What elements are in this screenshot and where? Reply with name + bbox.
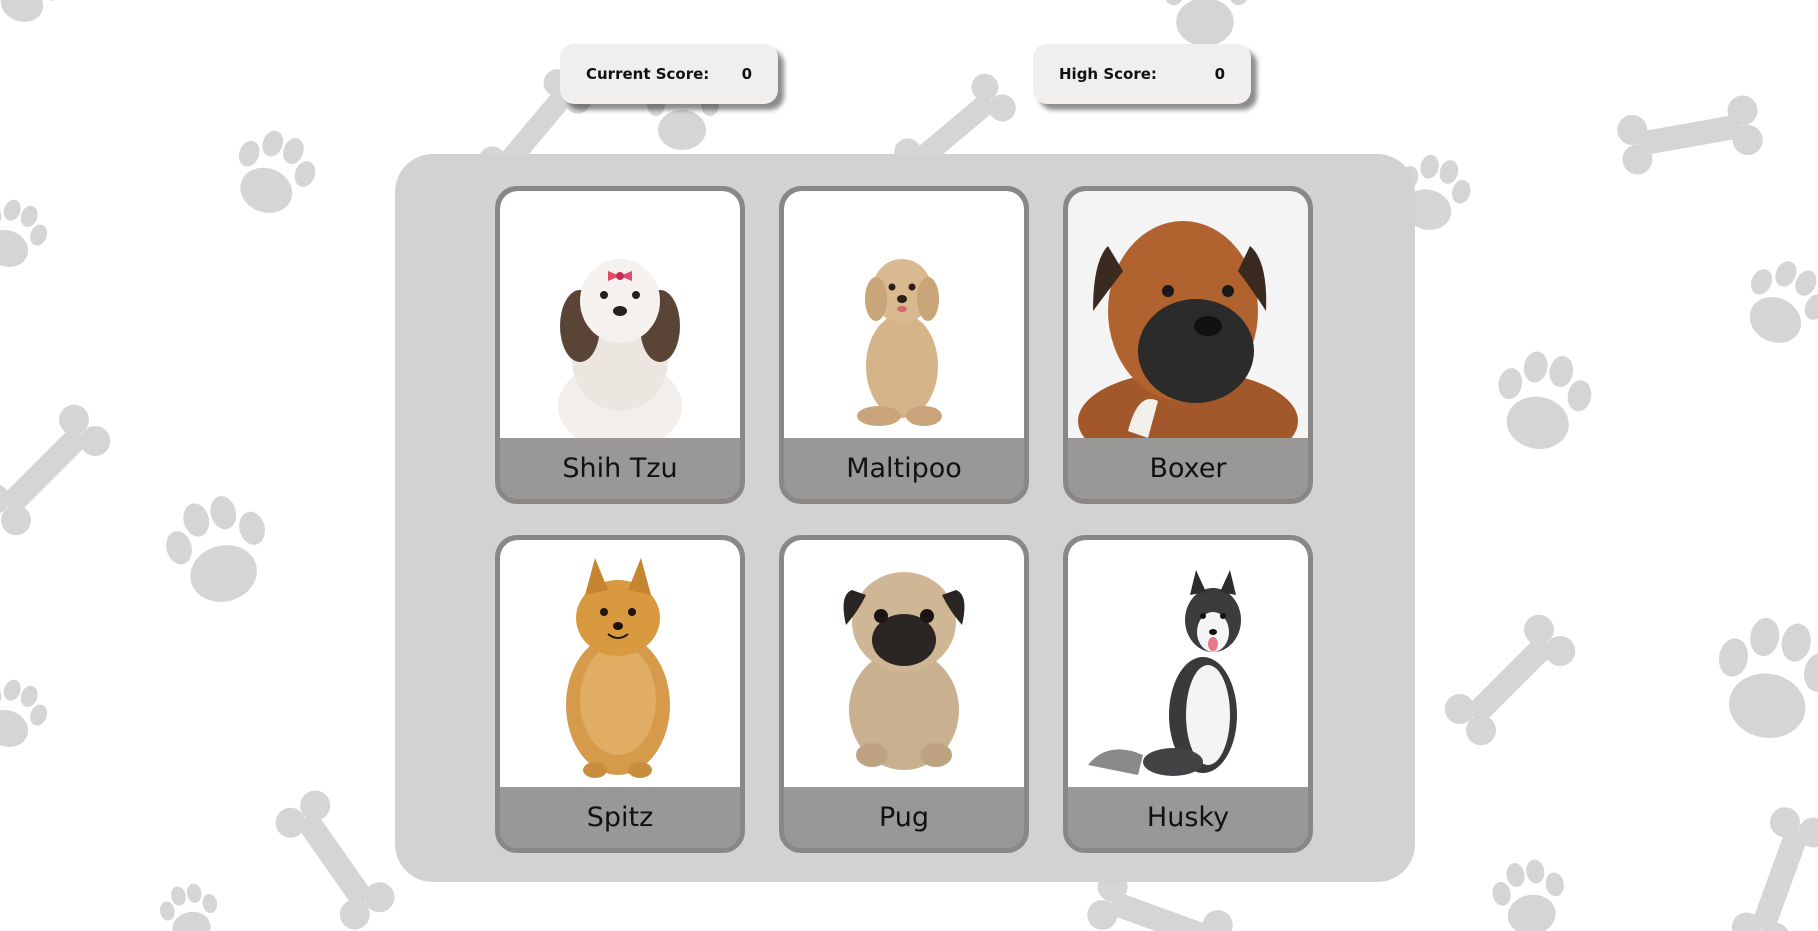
maltipoo-photo (784, 191, 1024, 438)
card-label: Shih Tzu (562, 453, 678, 484)
spitz-photo (500, 540, 740, 787)
card-spitz[interactable]: Spitz (495, 535, 745, 853)
card-label: Maltipoo (846, 453, 962, 484)
pug-photo (784, 540, 1024, 787)
card-maltipoo[interactable]: Maltipoo (779, 186, 1029, 504)
current-score-value: 0 (741, 65, 752, 83)
current-score-label: Current Score: (586, 65, 710, 83)
card-label: Pug (878, 802, 930, 833)
card-boxer[interactable]: Boxer (1063, 186, 1313, 504)
high-score-box: High Score: 0 (1033, 44, 1251, 104)
card-label: Husky (1146, 802, 1230, 833)
shih-tzu-photo (500, 191, 740, 438)
high-score-value: 0 (1214, 65, 1225, 83)
card-label: Boxer (1149, 453, 1227, 484)
husky-photo (1068, 540, 1308, 787)
current-score-box: Current Score: 0 (560, 44, 778, 104)
high-score-label: High Score: (1059, 65, 1157, 83)
card-label: Spitz (586, 802, 654, 833)
card-pug[interactable]: Pug (779, 535, 1029, 853)
boxer-photo (1068, 191, 1308, 438)
game-board: Shih Tzu Maltipoo Boxer Spitz Pug Husky (395, 154, 1415, 882)
card-shih-tzu[interactable]: Shih Tzu (495, 186, 745, 504)
card-husky[interactable]: Husky (1063, 535, 1313, 853)
